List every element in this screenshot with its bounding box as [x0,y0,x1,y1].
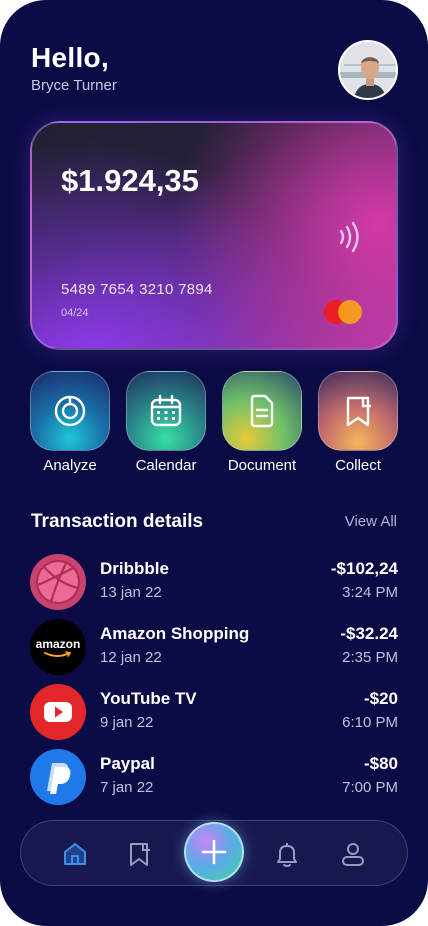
view-all-link[interactable]: View All [345,513,397,530]
bookmark-icon [346,396,371,427]
transaction-time: 2:35 PM [342,649,398,666]
amazon-smile-icon [44,651,72,657]
transaction-amount: -$32.24 [340,624,398,643]
calendar-tile[interactable] [126,371,206,451]
transaction-row[interactable]: Paypal 7 jan 22 -$80 7:00 PM [30,749,398,805]
contactless-icon [339,221,359,253]
phone-screen: Hello, Bryce Turner $1.924,35 5489 7654 … [0,0,428,926]
avatar-photo [340,42,396,98]
home-icon [64,843,86,865]
transaction-name: Amazon Shopping [100,624,250,643]
transaction-name: Paypal [100,754,155,773]
amazon-logo: amazon [30,619,86,675]
user-icon [342,843,364,866]
mastercard-icon [324,300,364,324]
transaction-amount: -$80 [363,754,398,773]
paypal-icon [47,763,71,794]
nav-profile[interactable] [337,838,369,870]
youtube-logo [30,684,86,740]
transaction-name: Dribbble [100,559,169,578]
transaction-date: 12 jan 22 [100,649,162,666]
dribbble-logo [30,554,86,610]
action-collect[interactable]: Collect [318,371,398,474]
transaction-time: 6:10 PM [342,714,398,731]
transaction-date: 13 jan 22 [100,584,162,601]
nav-notifications[interactable] [271,838,303,870]
transaction-amount: -$102,24 [330,559,398,578]
calendar-icon [150,394,182,427]
action-analyze[interactable]: Analyze [30,371,110,474]
amazon-wordmark: amazon [35,637,81,651]
user-name: Bryce Turner [31,77,117,94]
transaction-date: 9 jan 22 [100,714,154,731]
document-tile[interactable] [222,371,302,451]
card-number: 5489 7654 3210 7894 [61,281,213,298]
greeting-title: Hello, [31,42,110,73]
transaction-amount: -$20 [363,689,398,708]
transaction-row[interactable]: YouTube TV 9 jan 22 -$20 6:10 PM [30,684,398,740]
bank-card[interactable]: $1.924,35 5489 7654 3210 7894 04/24 [30,121,398,350]
analyze-icon [54,395,86,427]
card-expiry: 04/24 [61,307,89,319]
transaction-name: YouTube TV [100,689,197,708]
nav-home[interactable] [59,838,91,870]
youtube-icon [44,702,72,722]
add-button[interactable] [184,822,244,882]
analyze-tile[interactable] [30,371,110,451]
dribbble-icon [35,559,81,605]
card-balance: $1.924,35 [61,163,199,198]
paypal-logo [30,749,86,805]
bookmark-icon [130,843,150,866]
transaction-row[interactable]: amazon Amazon Shopping 12 jan 22 -$32.24… [30,619,398,675]
action-label: Collect [335,457,381,474]
transaction-time: 7:00 PM [342,779,398,796]
section-title: Transaction details [31,511,204,532]
add-icon [201,839,227,865]
document-icon [250,394,274,428]
transaction-date: 7 jan 22 [100,779,154,796]
avatar[interactable] [338,40,398,100]
collect-tile[interactable] [318,371,398,451]
transaction-time: 3:24 PM [342,584,398,601]
transaction-row[interactable]: Dribbble 13 jan 22 -$102,24 3:24 PM [30,554,398,610]
action-document[interactable]: Document [222,371,302,474]
bell-icon [277,843,297,867]
nav-bookmark[interactable] [123,838,155,870]
action-calendar[interactable]: Calendar [126,371,206,474]
